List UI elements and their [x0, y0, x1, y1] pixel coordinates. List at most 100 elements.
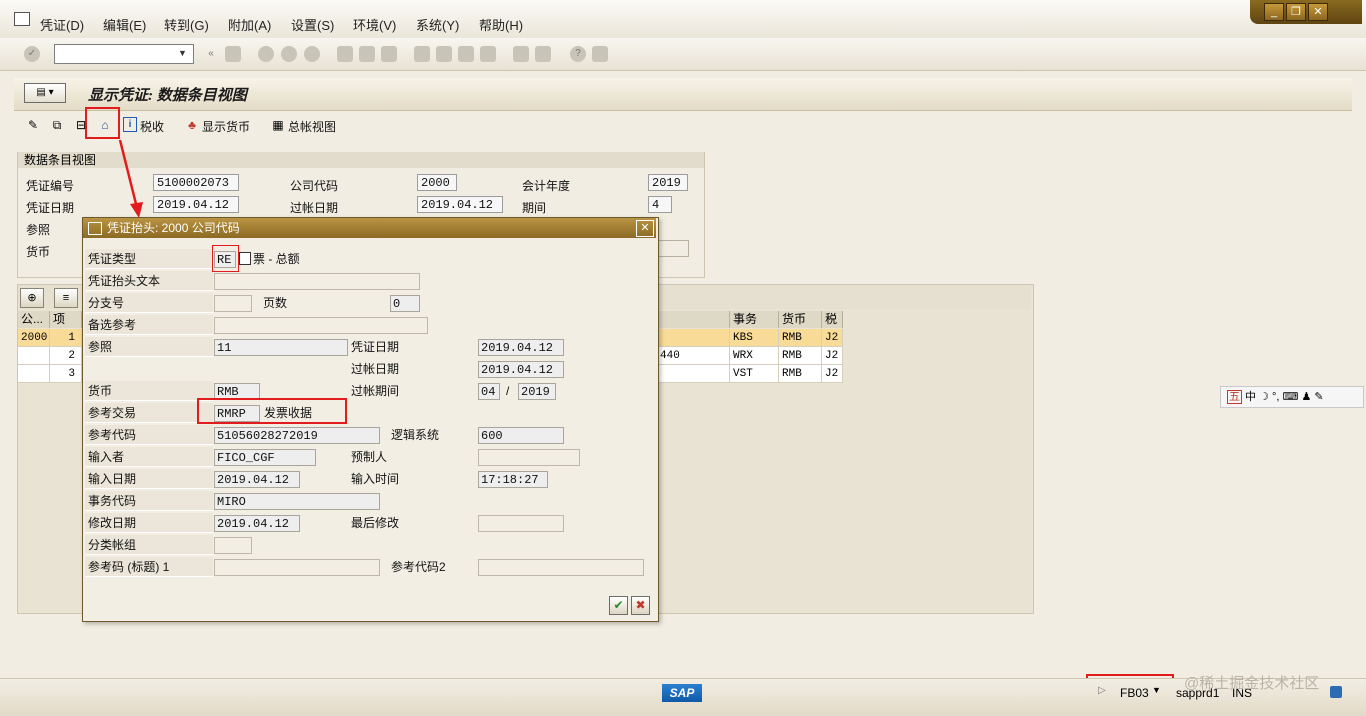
first-page-icon[interactable] — [414, 46, 430, 62]
command-field[interactable] — [54, 44, 194, 64]
tcode-field[interactable]: MIRO — [214, 493, 380, 510]
table-cell[interactable]: RMB — [779, 329, 822, 347]
entry-time-field[interactable]: 17:18:27 — [478, 471, 548, 488]
table-cell[interactable]: 3 — [50, 365, 82, 383]
menu-settings[interactable]: 设置(S) — [291, 15, 334, 34]
choose-icon[interactable]: ✎ — [25, 117, 41, 133]
ref-key-field[interactable]: 51056028272019 — [214, 427, 380, 444]
gl-view-icon[interactable]: ▦ — [270, 117, 286, 133]
minimize-icon[interactable]: _ — [1264, 3, 1284, 21]
chevron-down-icon[interactable]: ▼ — [178, 48, 187, 58]
entry-date-field[interactable]: 2019.04.12 — [214, 471, 300, 488]
zoom-icon[interactable]: ⊕ — [20, 288, 44, 308]
table-cell[interactable] — [18, 347, 50, 365]
changed-on-field[interactable]: 2019.04.12 — [214, 515, 300, 532]
currency-icon[interactable]: ♣ — [184, 117, 200, 133]
menu-extras[interactable]: 附加(A) — [228, 15, 271, 34]
period-field[interactable]: 4 — [648, 196, 672, 213]
pages-field[interactable]: 0 — [390, 295, 420, 312]
chevron-down-icon[interactable]: ▼ — [1152, 685, 1161, 695]
info-icon[interactable]: i — [123, 117, 137, 132]
status-triangle-icon[interactable]: ▷ — [1098, 685, 1106, 696]
table-cell[interactable]: 1 — [50, 329, 82, 347]
posting-date-field-dialog[interactable]: 2019.04.12 — [478, 361, 564, 378]
table-cell[interactable]: KBS — [730, 329, 779, 347]
table-cell[interactable] — [657, 365, 730, 383]
new-session-icon[interactable] — [513, 46, 529, 62]
doc-date-field[interactable]: 2019.04.12 — [153, 196, 239, 213]
table-cell[interactable]: 2000 — [18, 329, 50, 347]
menu-help[interactable]: 帮助(H) — [479, 15, 523, 34]
table-cell[interactable] — [18, 365, 50, 383]
branch-field[interactable] — [214, 295, 252, 312]
last-page-icon[interactable] — [480, 46, 496, 62]
tcode-status[interactable]: FB03 — [1120, 686, 1149, 700]
table-cell[interactable]: J2 — [822, 329, 843, 347]
shortcut-icon[interactable] — [535, 46, 551, 62]
table-cell[interactable]: WRX — [730, 347, 779, 365]
col-company[interactable]: 公... — [18, 311, 50, 328]
find-icon[interactable] — [359, 46, 375, 62]
back-icon[interactable] — [258, 46, 274, 62]
status-info-icon[interactable] — [1330, 686, 1342, 698]
menu-environment[interactable]: 环境(V) — [353, 15, 396, 34]
cancel-x-icon[interactable]: ✖ — [631, 596, 650, 615]
parked-by-field[interactable] — [478, 449, 580, 466]
menu-goto[interactable]: 转到(G) — [164, 15, 209, 34]
previous-page-icon[interactable] — [436, 46, 452, 62]
col-tax[interactable]: 税 — [822, 311, 843, 328]
logical-system-field[interactable]: 600 — [478, 427, 564, 444]
display-document-icon[interactable]: ⧉ — [49, 117, 65, 133]
header-text-field[interactable] — [214, 273, 420, 290]
ime-toolbar[interactable]: 五 中 ☽ °, ⌨ ♟ ✎ — [1220, 386, 1364, 408]
last-change-field[interactable] — [478, 515, 564, 532]
posting-year-field[interactable]: 2019 — [518, 383, 556, 400]
print-icon[interactable] — [337, 46, 353, 62]
table-cell[interactable]: RMB — [779, 365, 822, 383]
entered-by-field[interactable]: FICO_CGF — [214, 449, 316, 466]
alt-ref-field[interactable] — [214, 317, 428, 334]
show-currency-button[interactable]: 显示货币 — [202, 118, 250, 135]
fiscal-year-field[interactable]: 2019 — [648, 174, 688, 191]
ref-key2-field[interactable] — [478, 559, 644, 576]
gl-view-button[interactable]: 总帐视图 — [288, 118, 336, 135]
col-transaction[interactable]: 事务 — [730, 311, 779, 328]
col-currency[interactable]: 货币 — [779, 311, 822, 328]
cancel-icon[interactable] — [304, 46, 320, 62]
save-icon[interactable] — [225, 46, 241, 62]
close-icon[interactable]: ✕ — [1308, 3, 1328, 21]
menu-screen-icon[interactable] — [14, 12, 30, 26]
find-next-icon[interactable] — [381, 46, 397, 62]
posting-period-field[interactable]: 04 — [478, 383, 500, 400]
table-cell[interactable]: RMB — [779, 347, 822, 365]
table-cell[interactable] — [657, 329, 730, 347]
col-item[interactable]: 项 — [50, 311, 82, 328]
table-cell[interactable]: J2 — [822, 347, 843, 365]
reference-field[interactable]: 11 — [214, 339, 348, 356]
table-cell[interactable]: VST — [730, 365, 779, 383]
table-cell[interactable]: 2 — [50, 347, 82, 365]
restore-icon[interactable]: ❐ — [1286, 3, 1306, 21]
next-page-icon[interactable] — [458, 46, 474, 62]
menu-edit[interactable]: 编辑(E) — [103, 15, 146, 34]
layout-menu-icon[interactable] — [592, 46, 608, 62]
table-cell[interactable]: J2 — [822, 365, 843, 383]
doc-no-field[interactable]: 5100002073 — [153, 174, 239, 191]
confirm-check-icon[interactable]: ✔ — [609, 596, 628, 615]
dialog-close-icon[interactable]: ✕ — [636, 220, 654, 237]
menu-document[interactable]: 凭证(D) — [40, 15, 84, 34]
company-field[interactable]: 2000 — [417, 174, 457, 191]
ledger-group-field[interactable] — [214, 537, 252, 554]
screen-options-icon[interactable]: ▤ ▾ — [24, 83, 66, 103]
ref-key-h1-field[interactable] — [214, 559, 380, 576]
menu-system[interactable]: 系统(Y) — [416, 15, 459, 34]
print-list-icon[interactable]: ≡ — [54, 288, 78, 308]
table-cell[interactable]: 440 — [657, 347, 730, 365]
tax-button[interactable]: 税收 — [140, 118, 164, 135]
exit-icon[interactable] — [281, 46, 297, 62]
help-icon[interactable]: ? — [570, 46, 586, 62]
enter-icon[interactable]: ✓ — [24, 46, 40, 62]
doc-date-field-dialog[interactable]: 2019.04.12 — [478, 339, 564, 356]
posting-date-field[interactable]: 2019.04.12 — [417, 196, 503, 213]
header-empty-field[interactable] — [657, 240, 689, 257]
